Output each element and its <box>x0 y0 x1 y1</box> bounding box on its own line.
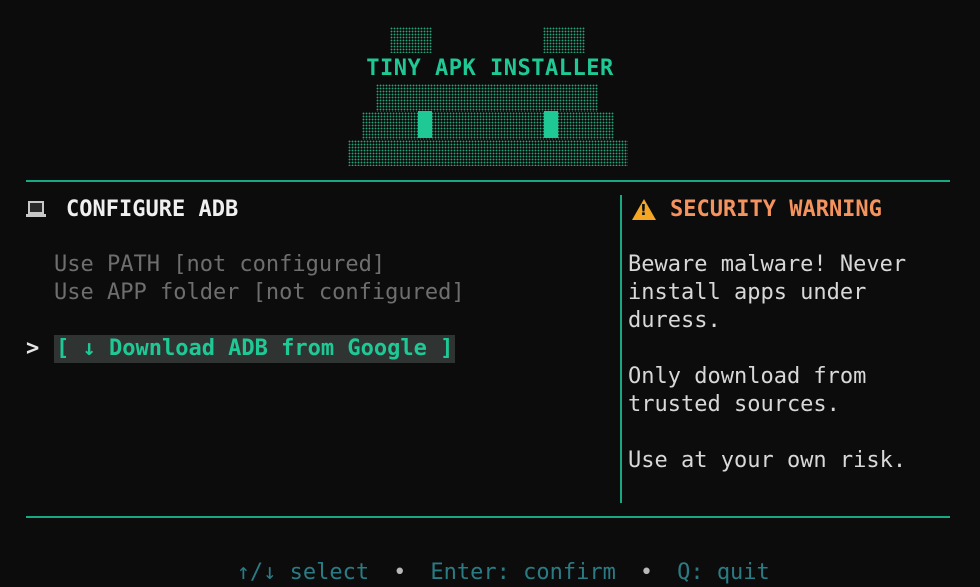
banner-ear-right <box>543 27 585 53</box>
banner-head-top <box>376 84 598 112</box>
laptop-icon <box>26 201 46 217</box>
warning-icon <box>632 198 656 220</box>
banner-ear-left <box>390 27 432 53</box>
warning-text-trusted-sources: Only download from trusted sources. <box>628 364 867 417</box>
banner-head-base <box>348 140 628 166</box>
download-adb-button[interactable]: [ ↓ Download ADB from Google ] <box>54 335 456 363</box>
option-use-path[interactable]: Use PATH [not configured] <box>54 251 385 279</box>
warning-text-malware: Beware malware! Never install apps under… <box>628 252 907 333</box>
bottom-divider <box>26 516 950 518</box>
option-use-app-folder[interactable]: Use APP folder [not configured] <box>54 279 465 307</box>
selection-cursor: > <box>26 336 40 361</box>
hint-separator: • <box>393 560 407 585</box>
security-warning-title: SECURITY WARNING <box>670 196 882 222</box>
security-warning-heading: SECURITY WARNING <box>632 195 882 223</box>
banner-head-mid <box>362 112 614 140</box>
configure-adb-heading: CONFIGURE ADB <box>26 195 238 223</box>
hint-confirm: Enter: confirm <box>430 560 616 585</box>
top-divider <box>26 180 950 182</box>
app-title: TINY APK INSTALLER <box>366 56 614 81</box>
keyboard-hints-bar: ↑/↓ select • Enter: confirm • Q: quit <box>0 531 980 587</box>
hint-quit: Q: quit <box>677 560 770 585</box>
hint-select: ↑/↓ select <box>236 560 370 585</box>
banner-eye-right <box>544 111 558 138</box>
warning-text-risk: Use at your own risk. <box>628 448 907 473</box>
hint-separator: • <box>639 560 654 585</box>
panel-divider <box>620 195 622 503</box>
configure-adb-title: CONFIGURE ADB <box>66 196 239 222</box>
banner-eye-left <box>418 111 432 138</box>
